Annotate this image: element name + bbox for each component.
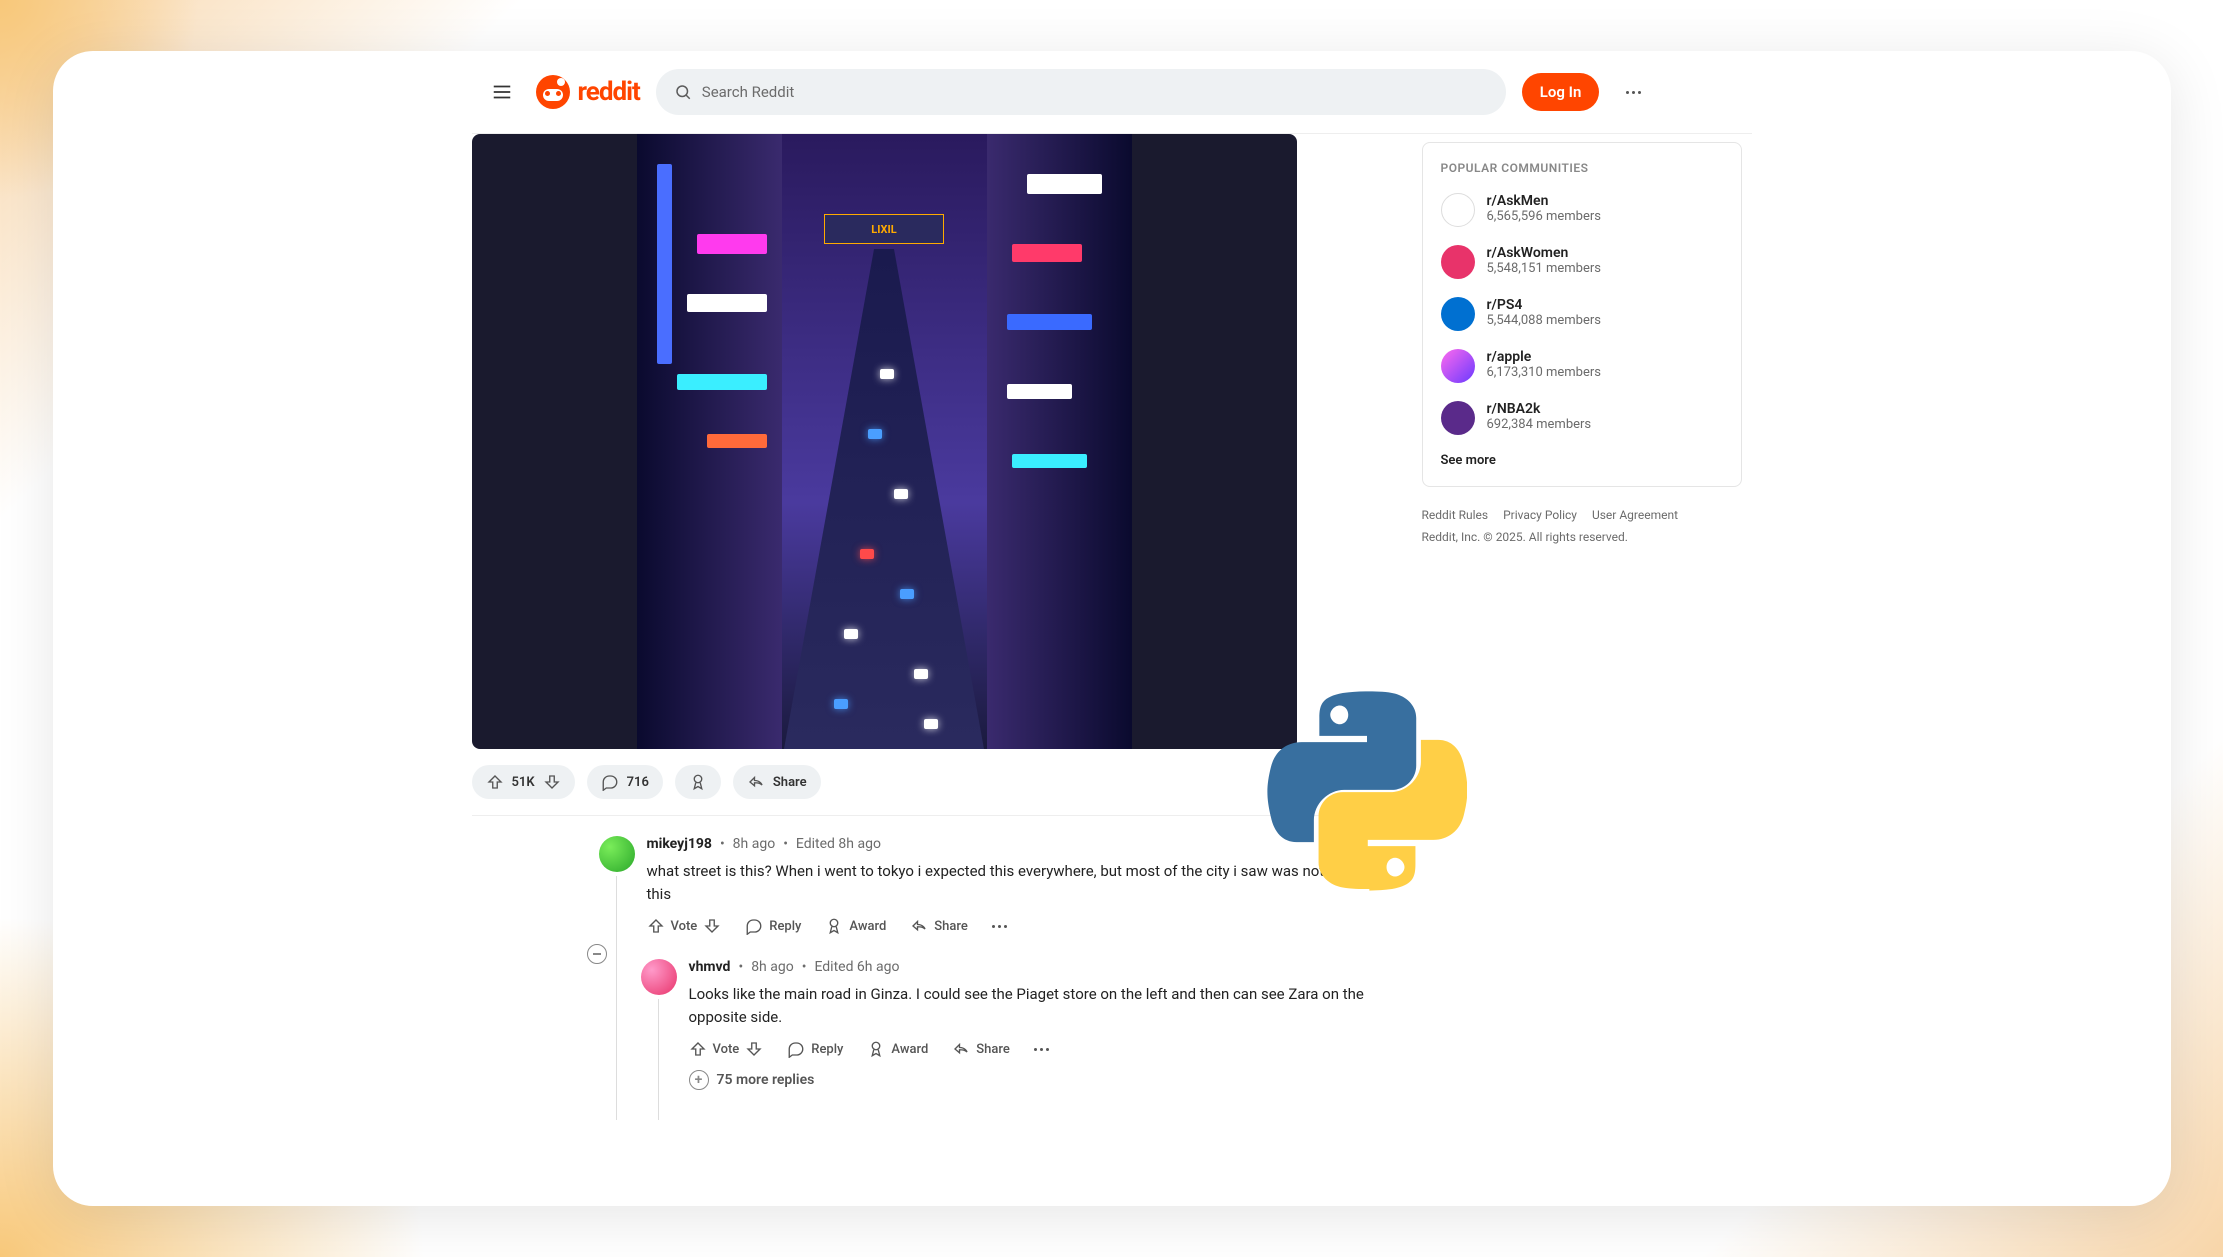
plus-icon: + [689, 1070, 709, 1090]
community-link[interactable]: r/PS45,544,088 members [1441, 297, 1723, 331]
vote-pill[interactable]: 51K [472, 765, 575, 799]
footer: Reddit Rules Privacy Policy User Agreeme… [1422, 505, 1742, 548]
comments-pill[interactable]: 716 [587, 765, 663, 799]
comment-award-button[interactable]: Award [867, 1040, 928, 1058]
more-replies-button[interactable]: + 75 more replies [689, 1070, 1382, 1090]
upvote-icon[interactable] [689, 1040, 707, 1058]
login-button[interactable]: Log In [1522, 73, 1600, 111]
comment-username[interactable]: mikeyj198 [647, 836, 712, 852]
footer-link-rules[interactable]: Reddit Rules [1422, 508, 1489, 522]
share-icon [952, 1040, 970, 1058]
header: reddit Log In [472, 51, 1752, 134]
python-logo-icon [1267, 691, 1467, 891]
upvote-icon[interactable] [486, 773, 504, 791]
reddit-logo-text: reddit [578, 77, 640, 107]
footer-link-agreement[interactable]: User Agreement [1592, 508, 1678, 522]
popular-communities-card: POPULAR COMMUNITIES r/AskMen6,565,596 me… [1422, 142, 1742, 487]
comment-share-button[interactable]: Share [910, 917, 968, 935]
comment-icon [745, 917, 763, 935]
comment-reply-button[interactable]: Reply [787, 1040, 843, 1058]
comment-icon [601, 773, 619, 791]
comment-icon [787, 1040, 805, 1058]
share-icon [910, 917, 928, 935]
comments-section: mikeyj198 • 8h ago • Edited 8h ago what … [472, 816, 1382, 1130]
footer-copyright: Reddit, Inc. © 2025. All rights reserved… [1422, 527, 1742, 549]
comment-share-button[interactable]: Share [952, 1040, 1010, 1058]
main-content: LIXIL [472, 134, 1402, 1206]
downvote-icon[interactable] [543, 773, 561, 791]
reddit-logo-icon [536, 75, 570, 109]
comment-count: 716 [627, 775, 649, 790]
more-icon [992, 925, 1007, 928]
avatar[interactable] [641, 959, 677, 995]
community-icon [1441, 349, 1475, 383]
sidebar: POPULAR COMMUNITIES r/AskMen6,565,596 me… [1402, 134, 1752, 1206]
share-pill[interactable]: Share [733, 765, 821, 799]
upvote-icon[interactable] [647, 917, 665, 935]
image-sign-text: LIXIL [824, 214, 944, 244]
award-pill[interactable] [675, 765, 721, 799]
award-icon [825, 917, 843, 935]
sidebar-section-title: POPULAR COMMUNITIES [1441, 161, 1723, 175]
more-icon [1034, 1048, 1049, 1051]
reddit-logo[interactable]: reddit [536, 75, 640, 109]
community-icon [1441, 193, 1475, 227]
downvote-icon[interactable] [745, 1040, 763, 1058]
community-link[interactable]: r/apple6,173,310 members [1441, 349, 1723, 383]
award-icon [867, 1040, 885, 1058]
award-icon [689, 773, 707, 791]
comment: vhmvd • 8h ago • Edited 6h ago Looks lik… [689, 959, 1382, 1090]
more-menu-button[interactable] [1615, 74, 1651, 110]
community-icon [1441, 401, 1475, 435]
community-link[interactable]: r/AskMen6,565,596 members [1441, 193, 1723, 227]
search-bar[interactable] [656, 69, 1506, 115]
share-label: Share [773, 775, 807, 790]
more-icon [1626, 91, 1641, 94]
comment-time: 8h ago [733, 836, 776, 852]
avatar[interactable] [599, 836, 635, 872]
post-action-bar: 51K 716 Share [472, 749, 1382, 816]
search-icon [674, 83, 692, 101]
see-more-link[interactable]: See more [1441, 453, 1723, 468]
post-image[interactable]: LIXIL [472, 134, 1297, 749]
community-link[interactable]: r/NBA2k692,384 members [1441, 401, 1723, 435]
comment-body: Looks like the main road in Ginza. I cou… [689, 983, 1382, 1028]
vote-count: 51K [512, 775, 535, 790]
community-icon [1441, 297, 1475, 331]
hamburger-menu-button[interactable] [484, 74, 520, 110]
community-link[interactable]: r/AskWomen5,548,151 members [1441, 245, 1723, 279]
comment-more-button[interactable] [1034, 1048, 1049, 1051]
comment-time: 8h ago [751, 959, 794, 975]
comment-username[interactable]: vhmvd [689, 959, 731, 975]
downvote-icon[interactable] [703, 917, 721, 935]
comment-more-button[interactable] [992, 925, 1007, 928]
comment-award-button[interactable]: Award [825, 917, 886, 935]
comment-edited: Edited 8h ago [796, 836, 881, 852]
share-icon [747, 773, 765, 791]
comment-edited: Edited 6h ago [814, 959, 899, 975]
collapse-thread-button[interactable] [587, 944, 607, 964]
comment-vote[interactable]: Vote [689, 1040, 764, 1058]
search-input[interactable] [702, 83, 1488, 101]
footer-link-privacy[interactable]: Privacy Policy [1503, 508, 1577, 522]
comment-vote[interactable]: Vote [647, 917, 722, 935]
community-icon [1441, 245, 1475, 279]
hamburger-icon [491, 81, 513, 103]
comment-reply-button[interactable]: Reply [745, 917, 801, 935]
